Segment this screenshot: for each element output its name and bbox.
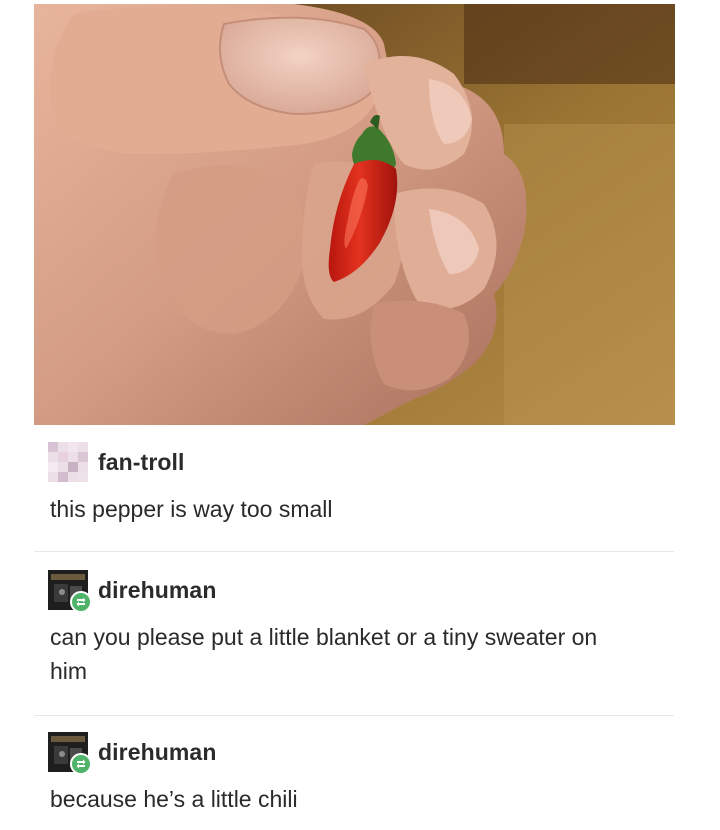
comment-header: direhuman: [48, 732, 678, 775]
reblog-icon: [76, 759, 86, 769]
divider: [34, 715, 674, 716]
comment: direhuman because he’s a little chili: [48, 732, 678, 816]
username[interactable]: direhuman: [98, 577, 216, 604]
comment-text: can you please put a little blanket or a…: [50, 624, 598, 684]
avatar[interactable]: [48, 732, 92, 775]
comment: fan-troll this pepper is way too small: [48, 442, 678, 526]
reblog-icon: [76, 597, 86, 607]
comment-text: this pepper is way too small: [50, 496, 333, 522]
avatar[interactable]: [48, 570, 92, 613]
username[interactable]: direhuman: [98, 739, 216, 766]
post-photo[interactable]: [34, 4, 675, 425]
comment-header: fan-troll: [48, 442, 678, 482]
tumblr-post: fan-troll this pepper is way too small d…: [0, 0, 720, 830]
comment: direhuman can you please put a little bl…: [48, 570, 678, 688]
comment-text: because he’s a little chili: [50, 786, 298, 812]
username[interactable]: fan-troll: [98, 449, 185, 476]
pepper-photo-image: [34, 4, 675, 425]
reblog-badge: [70, 753, 92, 775]
avatar[interactable]: [48, 442, 88, 482]
reblog-badge: [70, 591, 92, 613]
comment-header: direhuman: [48, 570, 678, 613]
divider: [34, 551, 674, 552]
pixelated-avatar-icon: [48, 442, 88, 482]
